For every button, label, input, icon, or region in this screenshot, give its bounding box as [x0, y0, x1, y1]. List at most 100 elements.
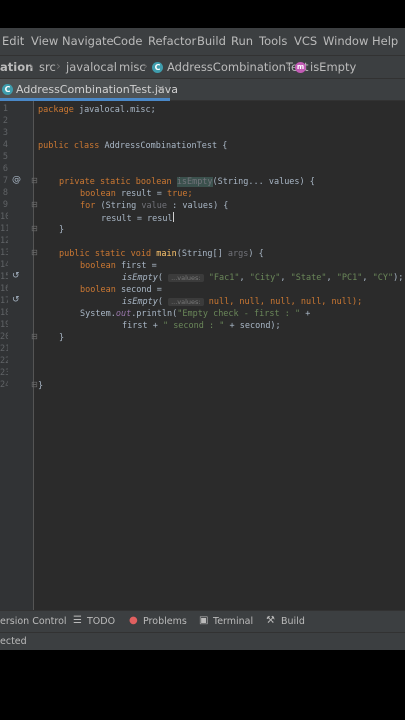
- code-area[interactable]: package javalocal.misc; public class Add…: [38, 101, 405, 610]
- breadcrumb-method[interactable]: isEmpty: [310, 60, 356, 74]
- code-text: first +: [122, 321, 163, 331]
- fold-marker-icon[interactable]: ⊟: [31, 380, 38, 389]
- line-number: 3: [2, 128, 8, 138]
- method-name: main: [151, 249, 177, 259]
- menu-vcs[interactable]: VCS: [294, 34, 317, 48]
- code-text: ,: [362, 273, 373, 283]
- run-gutter-icon[interactable]: ↺: [12, 271, 20, 281]
- fold-marker-icon[interactable]: ⊟: [31, 332, 38, 341]
- menu-bar: Edit View Navigate Code Refactor Build R…: [0, 28, 405, 55]
- line-number: 6: [2, 164, 8, 174]
- code-text: ,: [326, 273, 337, 283]
- code-text: (: [157, 297, 169, 307]
- menu-edit[interactable]: Edit: [2, 34, 24, 48]
- code-text: (String... values) {: [212, 177, 315, 187]
- menu-view[interactable]: View: [31, 34, 58, 48]
- code-line: isEmpty( ...values: null, null, null, nu…: [122, 296, 362, 308]
- method-call: isEmpty: [122, 273, 158, 283]
- keyword: package: [38, 105, 74, 115]
- code-text: : values) {: [167, 201, 229, 211]
- fold-marker-icon[interactable]: ⊟: [31, 176, 38, 185]
- code-text: javalocal.misc;: [73, 105, 156, 115]
- menu-help[interactable]: Help: [372, 34, 398, 48]
- tool-terminal[interactable]: Terminal: [213, 616, 253, 627]
- keyword: null, null, null, null, null);: [203, 297, 363, 307]
- code-line: public class AddressCombinationTest {: [38, 140, 227, 152]
- line-number: 17: [0, 296, 8, 306]
- fold-marker-icon[interactable]: ⊟: [31, 248, 38, 257]
- breadcrumb-src[interactable]: src: [39, 60, 56, 74]
- close-icon[interactable]: ×: [156, 82, 165, 95]
- string-literal: "State": [290, 273, 327, 283]
- keyword: public static void: [59, 249, 152, 259]
- code-editor[interactable]: 1 2 3 4 5 6 7 8 9 10 11 12 13 14 15 16 1…: [0, 101, 405, 610]
- unused-variable: value: [141, 201, 168, 211]
- line-number: 13: [0, 248, 8, 258]
- class-name: AddressCombinationTest {: [99, 141, 228, 151]
- tool-build[interactable]: Build: [281, 616, 305, 627]
- keyword: true: [167, 189, 188, 199]
- code-text: result =: [115, 189, 168, 199]
- method-icon: m: [295, 62, 306, 73]
- line-number: 21: [0, 344, 8, 354]
- annotation-at-icon[interactable]: @: [12, 175, 21, 185]
- tool-version-control[interactable]: ersion Control: [0, 616, 67, 627]
- code-text: (: [157, 273, 169, 283]
- code-text: (String: [95, 201, 142, 211]
- status-bar: ected: [0, 632, 405, 650]
- tool-todo[interactable]: TODO: [87, 616, 115, 627]
- status-text: ected: [0, 636, 27, 647]
- code-line: System.out.println("Empty check - first …: [80, 308, 310, 320]
- string-literal: "PC1": [336, 273, 363, 283]
- unused-variable: args: [227, 249, 249, 259]
- menu-run[interactable]: Run: [231, 34, 253, 48]
- menu-tools[interactable]: Tools: [259, 34, 287, 48]
- breadcrumb-separator-icon: ›: [56, 59, 61, 73]
- breadcrumb-separator-icon: ›: [29, 59, 34, 73]
- method-name-highlight[interactable]: isEmpty: [176, 177, 213, 187]
- code-text: }: [59, 333, 65, 343]
- run-gutter-icon[interactable]: ↺: [12, 295, 20, 305]
- fold-marker-icon[interactable]: ⊟: [31, 224, 38, 233]
- tool-window-bar: ersion Control ☰ TODO ● Problems ▣ Termi…: [0, 610, 405, 632]
- code-text: +: [300, 309, 311, 319]
- static-field: out: [115, 309, 132, 319]
- code-line: }: [59, 332, 64, 344]
- string-literal: " second : ": [162, 321, 225, 331]
- line-number: 18: [0, 308, 8, 318]
- line-number: 23: [0, 368, 8, 378]
- tab-label: AddressCombinationTest.java: [16, 83, 178, 96]
- line-number: 14: [0, 260, 8, 270]
- line-number: 15: [0, 272, 8, 282]
- tool-problems[interactable]: Problems: [143, 616, 187, 627]
- menu-window[interactable]: Window: [323, 34, 368, 48]
- menu-navigate[interactable]: Navigate: [62, 34, 114, 48]
- line-number: 1: [2, 104, 8, 114]
- breadcrumb-misc[interactable]: misc: [119, 60, 146, 74]
- code-line: result = resul: [101, 212, 174, 224]
- problems-icon: ●: [129, 615, 138, 626]
- keyword: for: [80, 201, 96, 211]
- breadcrumb-separator-icon: ›: [143, 59, 148, 73]
- code-text: + second);: [224, 321, 281, 331]
- gutter: 1 2 3 4 5 6 7 8 9 10 11 12 13 14 15 16 1…: [0, 101, 38, 610]
- line-number: 12: [0, 236, 8, 246]
- code-line: boolean result = true;: [80, 188, 193, 200]
- code-text: ) {: [248, 249, 264, 259]
- menu-build[interactable]: Build: [197, 34, 226, 48]
- tab-address-combination-test[interactable]: C AddressCombinationTest.java ×: [0, 79, 178, 101]
- menu-code[interactable]: Code: [113, 34, 142, 48]
- class-icon: C: [2, 84, 13, 95]
- line-number: 4: [2, 140, 8, 150]
- fold-marker-icon[interactable]: ⊟: [31, 200, 38, 209]
- keyword: boolean: [80, 261, 116, 271]
- code-text: ,: [280, 273, 291, 283]
- editor-tab-bar: C AddressCombinationTest.java ×: [0, 79, 405, 101]
- code-line: boolean second =: [80, 284, 162, 296]
- code-text: }: [38, 381, 44, 391]
- code-line: boolean first =: [80, 260, 157, 272]
- menu-refactor[interactable]: Refactor: [148, 34, 196, 48]
- line-number: 22: [0, 356, 8, 366]
- class-icon: C: [152, 62, 163, 73]
